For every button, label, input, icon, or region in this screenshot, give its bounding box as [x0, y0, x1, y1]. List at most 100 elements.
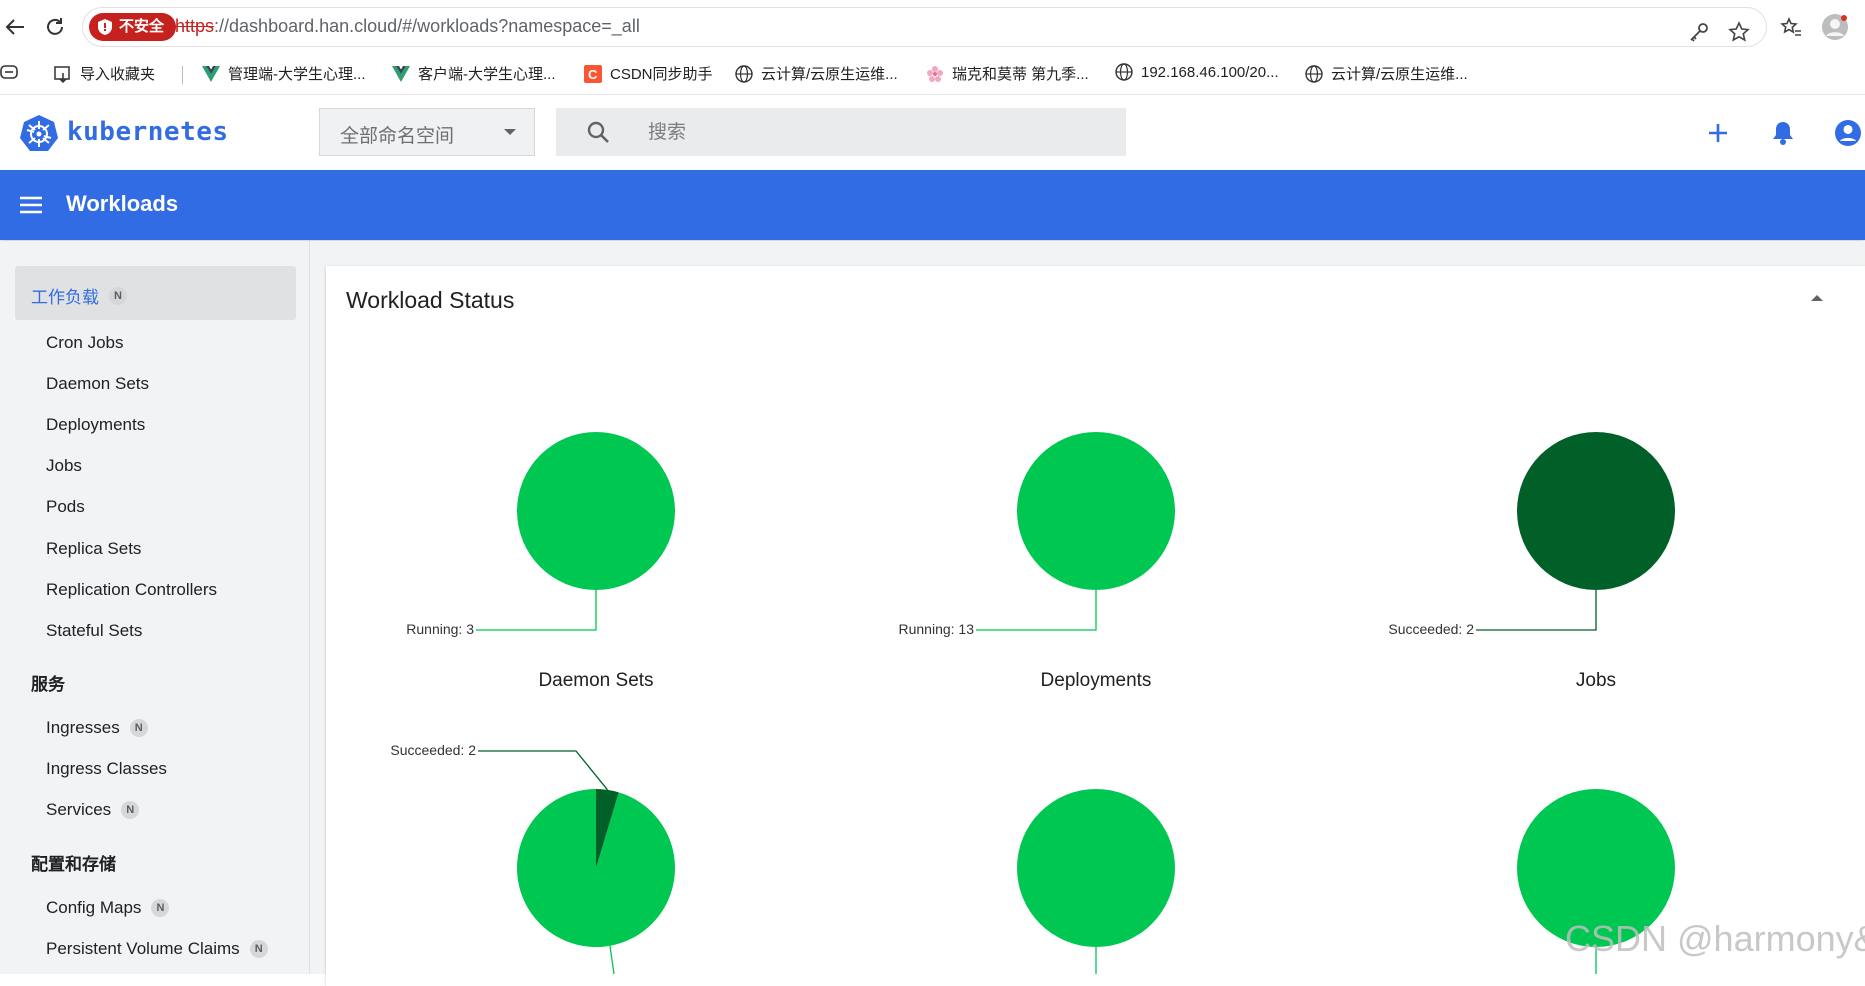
account-circle-icon [1835, 120, 1861, 146]
sidebar-item-replica-sets[interactable]: Replica Sets [46, 539, 141, 559]
namespaced-badge: N [121, 801, 140, 819]
sidebar-item-config-maps[interactable]: Config Maps N [46, 898, 170, 918]
bell-icon [1773, 122, 1793, 145]
page-toolbar: Workloads [0, 170, 1865, 240]
namespaced-badge: N [249, 940, 268, 958]
brand-name[interactable]: kubernetes [67, 117, 229, 147]
reading-list-icon [0, 63, 18, 81]
sidebar-item-label: Replication Controllers [46, 580, 218, 599]
not-secure-label: 不安全 [119, 18, 165, 35]
search-input[interactable] [646, 118, 1090, 148]
globe-icon [1115, 63, 1133, 81]
import-icon [54, 65, 72, 83]
bookmark-divider [182, 66, 183, 84]
bookmark-label: 管理端-大学生心理... [228, 66, 366, 83]
url-text[interactable]: https://dashboard.han.cloud/#/workloads?… [175, 16, 640, 37]
section-title-label: 服务 [31, 675, 65, 694]
bookmark-4[interactable]: 云计算/云原生运维... [735, 63, 898, 84]
sidebar-item-ingress-classes[interactable]: Ingress Classes [46, 759, 167, 779]
csdn-logo-icon: C [584, 64, 602, 83]
namespace-select[interactable]: 全部命名空间 [319, 108, 535, 156]
sidebar-item-services[interactable]: Services N [46, 800, 140, 820]
bookmark-label: 云计算/云原生运维... [1331, 66, 1468, 83]
reload-icon[interactable] [40, 12, 70, 42]
not-secure-badge[interactable]: 不安全 [89, 13, 177, 41]
sidebar-section-config-storage[interactable]: 配置和存储 [31, 850, 116, 875]
profile-avatar-icon[interactable] [1820, 12, 1850, 42]
sidebar-item-label: Daemon Sets [46, 374, 149, 393]
bookmark-label: 云计算/云原生运维... [761, 66, 898, 83]
card-title: Workload Status [346, 287, 515, 313]
bookmark-1[interactable]: 管理端-大学生心理... [202, 63, 366, 84]
bookmark-label: 192.168.46.100/20... [1141, 63, 1279, 81]
bookmark-0[interactable]: 导入收藏夹 [54, 63, 155, 84]
sidebar-item-ingresses[interactable]: Ingresses N [46, 718, 148, 738]
bookmark-label: CSDN同步助手 [610, 66, 713, 83]
bookmark-7[interactable]: 云计算/云原生运维... [1305, 63, 1468, 84]
bookmark-apps[interactable] [0, 63, 18, 81]
sidebar-item-persistent-volume-claims[interactable]: Persistent Volume Claims N [46, 939, 268, 959]
sidebar-item-label: Config Maps [46, 898, 142, 917]
page-title: Workloads [66, 191, 179, 216]
app-header: kubernetes 全部命名空间 [0, 95, 1865, 171]
bookmark-5[interactable]: 瑞克和莫蒂 第九季... [926, 63, 1089, 84]
shield-alert-icon [98, 19, 112, 35]
namespaced-badge: N [129, 719, 148, 737]
sidebar-item-label: Cron Jobs [46, 333, 124, 352]
key-icon[interactable] [1688, 21, 1710, 48]
bookmark-label: 客户端-大学生心理... [418, 66, 556, 83]
create-resource-button[interactable] [1703, 118, 1733, 148]
workload-status-card: Workload Status [326, 266, 1865, 986]
sidebar-item-label: Deployments [46, 415, 146, 434]
notifications-button[interactable] [1768, 118, 1798, 148]
namespaced-badge: N [109, 286, 127, 305]
browser-address-row: 不安全 https://dashboard.han.cloud/#/worklo… [0, 0, 1865, 54]
sidebar-item-label: Jobs [46, 456, 82, 475]
sidebar-item-label: Ingresses [46, 718, 120, 737]
sidebar-item-label: Ingress Classes [46, 759, 167, 778]
section-title-label: 配置和存储 [31, 855, 116, 874]
namespaced-badge: N [151, 899, 170, 917]
sidebar-item-deployments[interactable]: Deployments [46, 415, 145, 435]
kubernetes-logo-icon[interactable] [20, 114, 58, 152]
url-bar[interactable]: 不安全 https://dashboard.han.cloud/#/worklo… [82, 7, 1767, 47]
sidebar-item-stateful-sets[interactable]: Stateful Sets [46, 621, 142, 641]
sidebar-item-replication-controllers[interactable]: Replication Controllers [46, 580, 217, 600]
star-icon[interactable] [1728, 21, 1750, 48]
bookmarks-bar: 导入收藏夹 管理端-大学生心理... 客户端-大学生心理... C CSDN同步… [0, 54, 1865, 95]
sidebar: 工作负载 N Cron Jobs Daemon Sets Deployments… [0, 241, 310, 974]
vue-logo-icon [202, 65, 220, 83]
url-path: ://dashboard.han.cloud/#/workloads?names… [214, 16, 640, 36]
favorites-icon[interactable] [1776, 12, 1806, 42]
sidebar-item-jobs[interactable]: Jobs [46, 456, 82, 476]
bookmark-6[interactable]: 192.168.46.100/20... [1115, 63, 1279, 81]
namespace-selected-value: 全部命名空间 [340, 126, 455, 147]
chevron-down-icon [504, 129, 516, 135]
back-arrow-icon[interactable] [0, 12, 30, 42]
sidebar-section-services[interactable]: 服务 [31, 670, 65, 695]
sidebar-item-label: Persistent Volume Claims [46, 939, 240, 958]
sidebar-item-label: Stateful Sets [46, 621, 143, 640]
bookmark-label: 导入收藏夹 [80, 66, 156, 83]
sidebar-item-label: Pods [46, 497, 85, 516]
plus-icon [1709, 124, 1727, 142]
sidebar-section-title[interactable]: 工作负载 N [31, 283, 127, 308]
flower-icon [926, 65, 944, 83]
search-box[interactable] [556, 108, 1126, 156]
csdn-watermark: CSDN @harmony& [1565, 918, 1865, 959]
sidebar-item-label: Services [46, 800, 112, 819]
sidebar-item-pods[interactable]: Pods [46, 497, 85, 517]
sidebar-item-cron-jobs[interactable]: Cron Jobs [46, 333, 123, 353]
globe-icon [735, 64, 753, 83]
bookmark-label: 瑞克和莫蒂 第九季... [952, 66, 1089, 83]
collapse-arrow-icon[interactable] [1811, 295, 1823, 301]
account-button[interactable] [1833, 118, 1863, 148]
sidebar-item-daemon-sets[interactable]: Daemon Sets [46, 374, 149, 394]
url-protocol: https [175, 16, 215, 36]
hamburger-menu-icon[interactable] [18, 192, 44, 218]
globe-icon [1305, 64, 1323, 83]
bookmark-2[interactable]: 客户端-大学生心理... [392, 63, 556, 84]
bookmark-3[interactable]: C CSDN同步助手 [584, 63, 713, 84]
search-icon [587, 121, 609, 143]
vue-logo-icon [392, 65, 410, 83]
